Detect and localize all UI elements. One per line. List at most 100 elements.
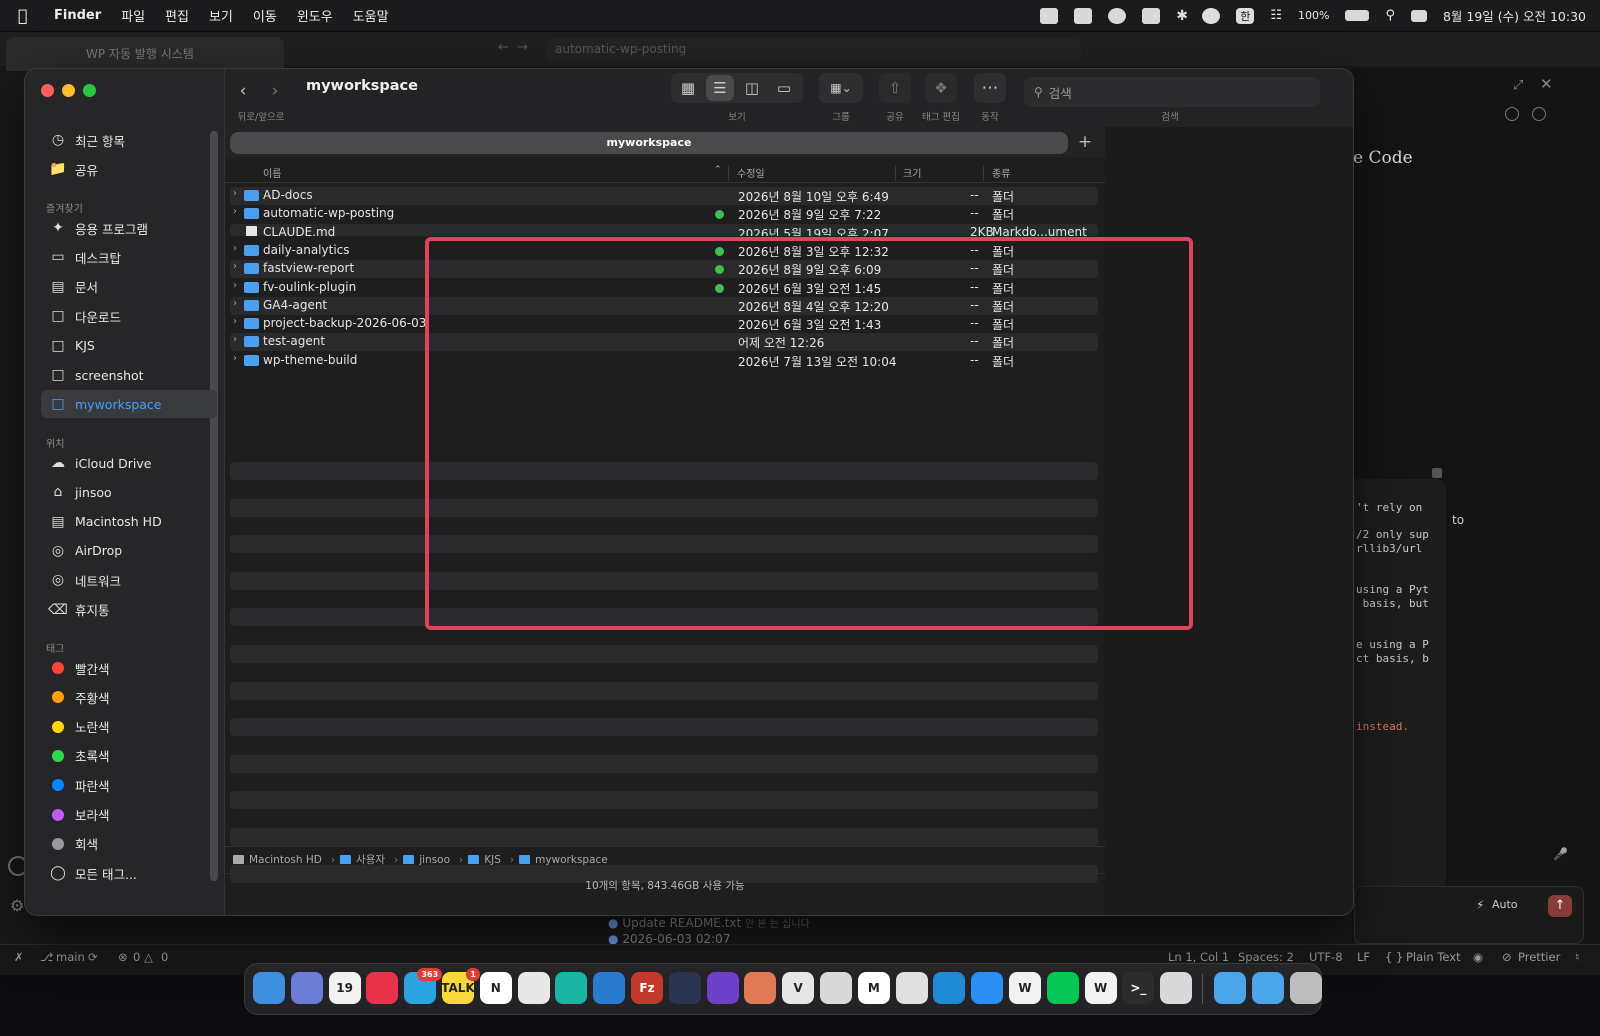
cursor-position[interactable]: Ln 1, Col 1 xyxy=(1168,950,1229,964)
vscode-nav-arrows[interactable]: ← → xyxy=(498,40,528,55)
edge-icon[interactable] xyxy=(933,972,966,1004)
skype-status-icon[interactable] xyxy=(1074,7,1093,24)
sidebar-item-최근-항목[interactable]: ◷ 최근 항목 xyxy=(41,126,217,154)
disclosure-chevron-icon[interactable]: › xyxy=(233,243,237,254)
send-button[interactable]: ↑ xyxy=(1548,895,1572,917)
sync-status-icon[interactable] xyxy=(1108,7,1127,24)
tab-myworkspace[interactable]: myworkspace xyxy=(230,132,1068,154)
terminal-icon[interactable]: >_ xyxy=(1122,972,1155,1004)
zoom-button[interactable] xyxy=(83,84,96,97)
menu-edit[interactable]: 편집 xyxy=(165,6,189,25)
file-row[interactable]: › automatic-wp-posting 2026년 8월 9일 오후 7:22… xyxy=(230,205,1098,223)
menu-view[interactable]: 보기 xyxy=(209,6,233,25)
notion-icon[interactable]: N xyxy=(479,972,512,1004)
sidebar-item-빨간색[interactable]: 빨간색 xyxy=(41,654,217,682)
sidebar-item-공유[interactable]: 📁 공유 xyxy=(41,155,217,183)
sidebar-item-보라색[interactable]: 보라색 xyxy=(41,801,217,829)
auto-mode-label[interactable]: Auto xyxy=(1492,898,1518,911)
sidebar-item-문서[interactable]: ▤ 문서 xyxy=(41,273,217,301)
sidebar-item-회색[interactable]: 회색 xyxy=(41,830,217,858)
column-name-header[interactable]: 이름 xyxy=(263,165,281,180)
back-button[interactable]: ‹ xyxy=(230,76,256,106)
line-ending[interactable]: LF xyxy=(1357,950,1370,964)
sidebar-item-icloud-drive[interactable]: ☁ iCloud Drive xyxy=(41,449,217,477)
column-view-button[interactable]: ◫ xyxy=(738,75,766,101)
close-button[interactable] xyxy=(41,84,54,97)
vim-icon[interactable]: V xyxy=(782,972,815,1004)
sidebar-item-다운로드[interactable]: □ 다운로드 xyxy=(41,302,217,330)
icon-view-button[interactable]: ▦ xyxy=(674,75,702,101)
word2-icon[interactable]: W xyxy=(1084,972,1117,1004)
music-icon[interactable] xyxy=(366,972,399,1004)
safari-icon[interactable] xyxy=(971,972,1004,1004)
gallery-view-button[interactable]: ▭ xyxy=(770,75,798,101)
chrome-icon[interactable] xyxy=(895,972,928,1004)
path-item[interactable]: 사용자 xyxy=(340,852,385,867)
filezilla-icon[interactable]: Fz xyxy=(631,972,663,1004)
history-icon[interactable] xyxy=(1505,107,1519,121)
notifications-bell-icon[interactable]: ♮ xyxy=(1575,950,1579,964)
search-field[interactable]: ⚲ 검색 xyxy=(1024,77,1320,107)
menu-window[interactable]: 윈도우 xyxy=(297,6,333,25)
sidebar-item-screenshot[interactable]: □ screenshot xyxy=(41,361,217,389)
path-item[interactable]: Macintosh HD xyxy=(233,854,322,866)
git-branch-icon[interactable]: ⎇ xyxy=(40,950,53,964)
error-count[interactable]: 0 xyxy=(133,950,140,964)
microphone-icon[interactable]: 🎤 xyxy=(1553,847,1568,861)
slack-icon[interactable] xyxy=(517,972,550,1004)
copy-code-icon[interactable] xyxy=(1432,468,1442,478)
github-icon[interactable] xyxy=(706,972,739,1004)
disclosure-chevron-icon[interactable]: › xyxy=(233,298,237,309)
vscode-command-center[interactable]: automatic-wp-posting xyxy=(547,38,1081,62)
kakaotalk-icon[interactable]: TALK 1 xyxy=(441,968,480,1004)
disclosure-chevron-icon[interactable]: › xyxy=(233,206,237,217)
path-item[interactable]: myworkspace xyxy=(519,854,608,866)
git-commit-entry[interactable]: ● Update README.txt 안 본 는 십니다 xyxy=(608,915,810,930)
auto-mode-icon[interactable]: ⚡ xyxy=(1476,898,1484,912)
list-view-button[interactable]: ☰ xyxy=(706,75,734,101)
sidebar-item-myworkspace[interactable]: □ myworkspace xyxy=(41,390,217,419)
settings-gear-icon[interactable]: ⚙ xyxy=(10,896,24,915)
launchpad-icon[interactable] xyxy=(290,972,323,1004)
word-icon[interactable]: W xyxy=(1009,972,1041,1004)
action-more-button[interactable]: ⋯ xyxy=(974,73,1006,103)
vpn-icon[interactable] xyxy=(668,972,701,1004)
script-icon[interactable] xyxy=(1160,972,1193,1004)
disclosure-chevron-icon[interactable]: › xyxy=(233,261,237,272)
forward-button[interactable]: › xyxy=(262,76,288,106)
trash-dock-icon[interactable] xyxy=(1289,972,1322,1004)
tag-edit-button[interactable]: ❖ xyxy=(925,73,957,103)
menu-help[interactable]: 도움말 xyxy=(353,6,389,25)
record-status-icon[interactable] xyxy=(1202,7,1221,24)
sync-icon[interactable]: ⟳ xyxy=(88,950,98,964)
new-tab-button[interactable]: + xyxy=(1073,130,1097,154)
claude-icon[interactable] xyxy=(744,972,777,1004)
sidebar-item-모든-태그...[interactable]: ◯ 모든 태그... xyxy=(41,859,217,887)
battery-icon[interactable] xyxy=(1345,10,1370,21)
vscode-window-tab[interactable]: WP 자동 발행 시스템 xyxy=(6,37,284,71)
column-modified-header[interactable]: 수정일 xyxy=(737,165,765,180)
spotlight-search-icon[interactable]: ⚲ xyxy=(1385,8,1395,23)
sidebar-item-응용-프로그램[interactable]: ✦ 응용 프로그램 xyxy=(41,214,217,242)
sidebar-item-휴지통[interactable]: ⌫ 휴지통 xyxy=(41,596,217,624)
finder-icon[interactable] xyxy=(253,972,285,1004)
sidebar-item-초록색[interactable]: 초록색 xyxy=(41,742,217,770)
column-size-header[interactable]: 크기 xyxy=(903,165,921,180)
git-branch[interactable]: main xyxy=(56,950,85,964)
sidebar-item-jinsoo[interactable]: ⌂ jinsoo xyxy=(41,478,217,506)
fullscreen-icon[interactable]: ⤢ xyxy=(1513,78,1523,93)
minimize-button[interactable] xyxy=(62,84,75,97)
documents-folder-icon[interactable] xyxy=(1251,972,1284,1004)
warning-count[interactable]: 0 xyxy=(161,950,168,964)
wifi-icon[interactable]: ☷ xyxy=(1270,8,1282,23)
language-mode[interactable]: Plain Text xyxy=(1406,950,1461,964)
copilot-icon[interactable]: ◉ xyxy=(1473,950,1483,964)
indentation[interactable]: Spaces: 2 xyxy=(1238,950,1294,964)
path-item[interactable]: KJS xyxy=(468,854,501,866)
sidebar-item-데스크탑[interactable]: ▭ 데스크탑 xyxy=(41,243,217,271)
telegram-icon[interactable]: 363 xyxy=(404,968,443,1004)
menu-file[interactable]: 파일 xyxy=(121,6,145,25)
control-center-icon[interactable] xyxy=(1410,9,1427,22)
disclosure-chevron-icon[interactable]: › xyxy=(233,188,237,199)
pycharm-icon[interactable] xyxy=(555,972,588,1004)
